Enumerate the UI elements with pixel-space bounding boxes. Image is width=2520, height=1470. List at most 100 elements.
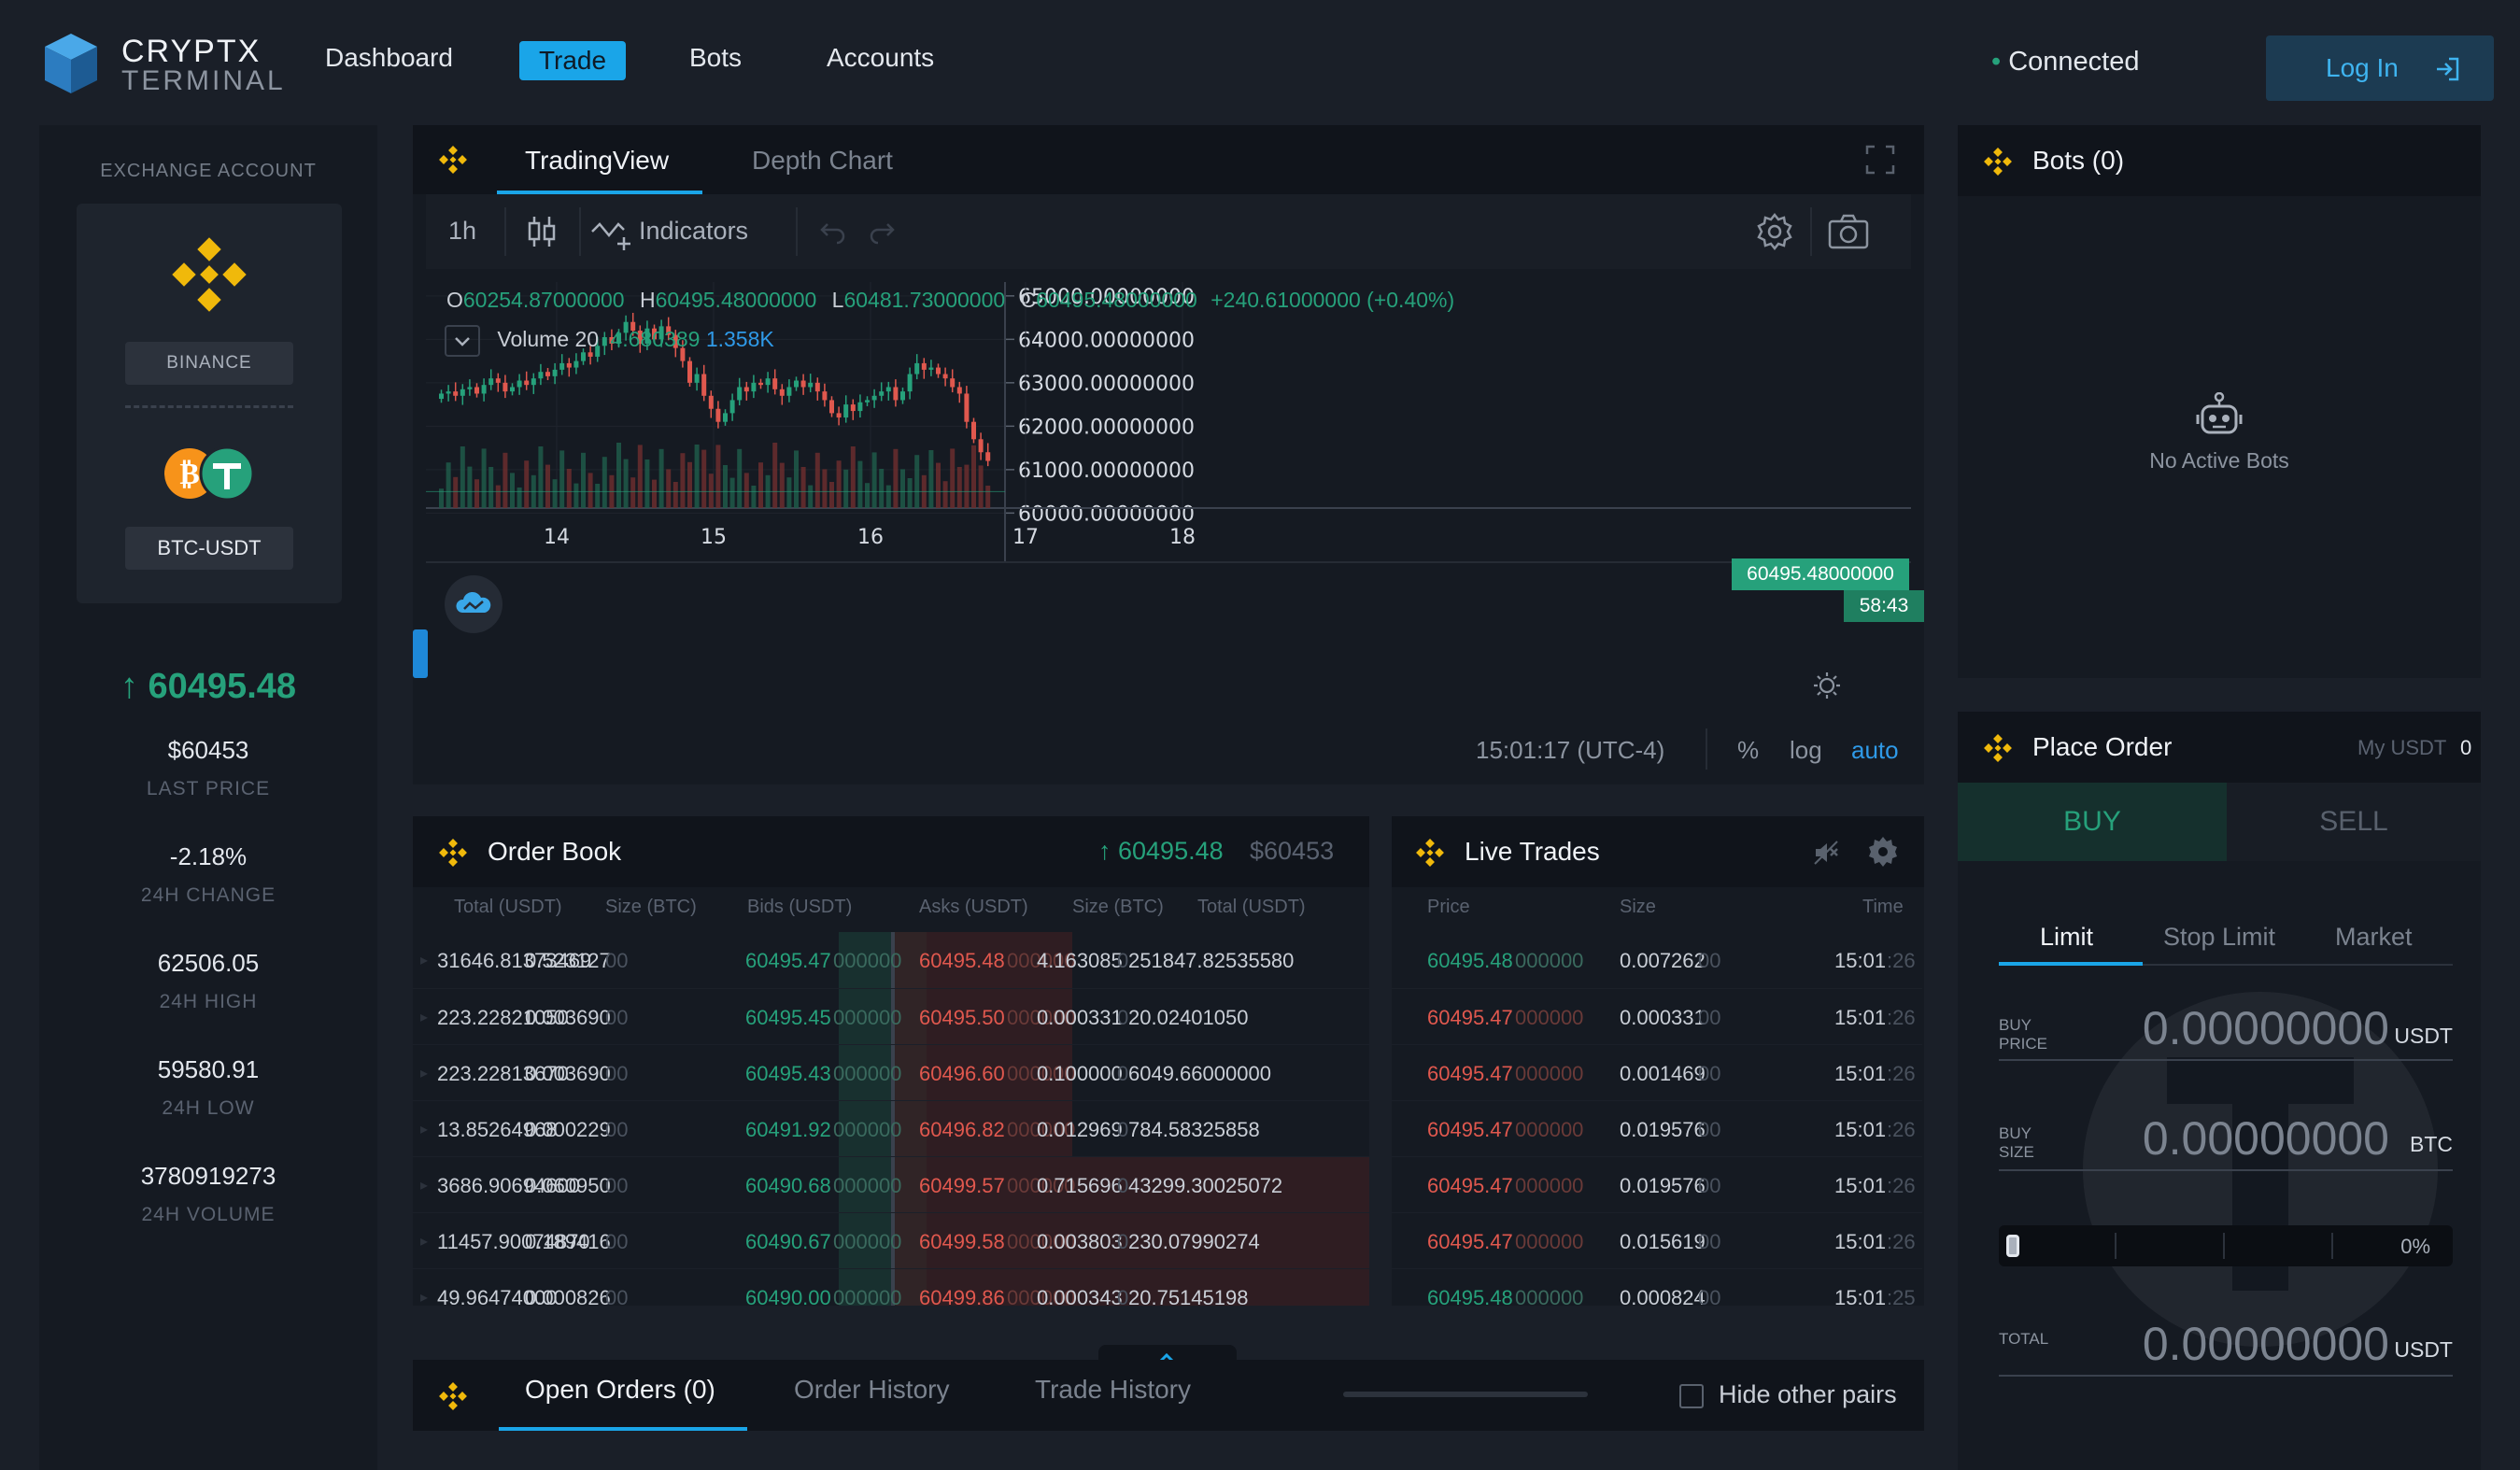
interval-button[interactable]: 1h — [448, 217, 476, 246]
volume-bar — [743, 473, 749, 508]
tab-order-history[interactable]: Order History — [794, 1375, 949, 1405]
settings-gear-icon[interactable] — [1866, 835, 1900, 869]
order-book-panel: Order Book ↑ 60495.48 $60453 Total (USDT… — [413, 816, 1369, 1306]
slider-handle[interactable] — [2006, 1235, 2019, 1257]
table-row[interactable]: ▸ 11457.90074870 0.189416 00 60490.67 000000 6… — [413, 1212, 1369, 1269]
volume-bar — [964, 464, 970, 508]
trade-time-seconds: :26 — [1887, 1230, 1916, 1253]
candle-body — [907, 374, 913, 392]
ask-price: 60495.50 — [919, 1006, 1005, 1029]
list-item[interactable]: 60495.47 000000 0.000331 00 15:01:26 — [1392, 988, 1922, 1044]
ask-size: 0.100000 — [1037, 1062, 1123, 1085]
buy-price-value[interactable]: 0.00000000 — [2143, 1001, 2389, 1055]
candle-body — [694, 374, 700, 383]
balance-label: My USDT — [2357, 736, 2447, 759]
toolbar-sep — [579, 207, 581, 256]
candle-body — [942, 374, 948, 379]
camera-icon[interactable] — [1827, 213, 1870, 250]
buy-price-field[interactable]: BUY PRICE 0.00000000 USDT — [1999, 1002, 2453, 1061]
indicators-icon[interactable] — [590, 213, 633, 250]
table-row[interactable]: ▸ 223.22821050 0.003690 00 60495.45 000000 604… — [413, 988, 1369, 1045]
table-row[interactable]: ▸ 13.85264968 0.000229 00 60491.92 000000 6049… — [413, 1100, 1369, 1157]
bid-price-trail: 000000 — [833, 1118, 902, 1141]
buy-tab[interactable]: BUY — [1958, 783, 2227, 861]
indicators-button[interactable]: Indicators — [639, 217, 748, 246]
trade-time: 15:01 — [1834, 1006, 1887, 1029]
nav-trade[interactable]: Trade — [519, 41, 626, 80]
redo-icon[interactable] — [869, 220, 897, 245]
list-item[interactable]: 60495.47 000000 0.001469 00 15:01:26 — [1392, 1044, 1922, 1100]
stat-24h-high-value: 62506.05 — [157, 949, 260, 977]
ob-col-size-bid: Size (BTC) — [605, 897, 697, 917]
sell-tab[interactable]: SELL — [2227, 783, 2481, 861]
app-logo[interactable]: CRYPTX TERMINAL — [41, 30, 293, 97]
login-button[interactable]: Log In — [2266, 35, 2494, 101]
percent-scale-button[interactable]: % — [1737, 736, 1759, 765]
auto-scale-button[interactable]: auto — [1851, 736, 1899, 765]
table-row[interactable]: ▸ 49.96474000 0.000826 00 60490.00 000000 6049… — [413, 1268, 1369, 1306]
stat-24h-change-value: -2.18% — [169, 842, 248, 870]
tab-trade-history[interactable]: Trade History — [1035, 1375, 1191, 1405]
nav-dashboard[interactable]: Dashboard — [325, 43, 453, 73]
buy-size-value[interactable]: 0.00000000 — [2143, 1111, 2389, 1166]
trade-price-trail: 000000 — [1515, 1230, 1584, 1253]
tab-depth-chart[interactable]: Depth Chart — [752, 146, 893, 176]
table-row[interactable]: ▸ 223.22813670 0.003690 00 60495.43 000000 604… — [413, 1044, 1369, 1101]
scrollbar[interactable] — [1343, 1392, 1588, 1397]
fullscreen-icon[interactable] — [1864, 144, 1896, 176]
bid-size-trail: 00 — [605, 1230, 629, 1253]
exchange-card[interactable]: BINANCE ₿ BTC-USDT — [77, 204, 342, 603]
ohlc-low: 60481.73000000 — [843, 288, 1006, 312]
ask-size: 0.715696 — [1037, 1174, 1123, 1197]
ask-price: 60499.58 — [919, 1230, 1005, 1253]
table-row[interactable]: ▸ 3686.90694600 0.060950 00 60490.68 000000 60… — [413, 1156, 1369, 1213]
buy-size-field[interactable]: BUY SIZE 0.00000000 BTC — [1999, 1112, 2453, 1171]
y-tick-label: 60000.00000000 — [1018, 502, 1195, 526]
ask-size-trail: 0 — [1117, 1174, 1129, 1197]
tab-open-orders[interactable]: Open Orders (0) — [525, 1375, 715, 1405]
mute-icon[interactable] — [1812, 839, 1840, 867]
chart-panel: TradingView Depth Chart 1h Indicators 65… — [413, 125, 1924, 784]
trade-size: 0.007262 — [1620, 949, 1706, 972]
candle-type-icon[interactable] — [523, 213, 560, 250]
list-item[interactable]: 60495.47 000000 0.019576 00 15:01:26 — [1392, 1156, 1922, 1212]
undo-icon[interactable] — [818, 220, 846, 245]
table-row[interactable]: ▸ 31646.81373469 0.523127 00 60495.47 000000 6… — [413, 932, 1369, 988]
row-marker-icon: ▸ — [420, 1290, 429, 1306]
volume-bar — [672, 482, 678, 508]
hide-other-pairs-checkbox[interactable] — [1679, 1384, 1704, 1408]
order-type-limit[interactable]: Limit — [2040, 923, 2093, 952]
list-item[interactable]: 60495.47 000000 0.015619 00 15:01:26 — [1392, 1212, 1922, 1268]
candle-body — [758, 382, 763, 386]
order-type-stop-limit[interactable]: Stop Limit — [2163, 923, 2275, 952]
list-item[interactable]: 60495.47 000000 0.019576 00 15:01:26 — [1392, 1100, 1922, 1156]
total-value[interactable]: 0.00000000 — [2143, 1317, 2389, 1371]
total-field[interactable]: TOTAL 0.00000000 USDT — [1999, 1318, 2453, 1377]
nav-bots[interactable]: Bots — [689, 43, 742, 73]
trade-price-trail: 000000 — [1515, 1006, 1584, 1029]
log-scale-button[interactable]: log — [1790, 736, 1822, 765]
row-marker-icon: ▸ — [420, 1178, 429, 1194]
candle-body — [893, 387, 899, 401]
chart-settings-icon[interactable] — [1754, 211, 1795, 252]
candle-body — [439, 393, 444, 400]
time-axis-settings-icon[interactable] — [1812, 671, 1842, 700]
list-item[interactable]: 60495.48 000000 0.000824 00 15:01:25 — [1392, 1268, 1922, 1306]
volume-value: 4.680389 — [610, 327, 701, 352]
candle-body — [850, 404, 856, 412]
tradingview-logo[interactable] — [445, 575, 503, 633]
size-slider[interactable]: 0% — [1999, 1225, 2453, 1266]
live-trades-title: Live Trades — [1465, 837, 1600, 866]
order-type-market[interactable]: Market — [2335, 923, 2413, 952]
chart-scroll-handle[interactable] — [413, 629, 428, 678]
hide-other-pairs-label[interactable]: Hide other pairs — [1719, 1380, 1897, 1409]
bid-size-trail: 00 — [605, 1062, 629, 1085]
trade-time: 15:01 — [1834, 1062, 1887, 1085]
list-item[interactable]: 60495.48 000000 0.007262 00 15:01:26 — [1392, 932, 1922, 988]
binance-icon — [439, 839, 467, 867]
tab-tradingview[interactable]: TradingView — [525, 146, 669, 176]
bid-price-trail: 000000 — [833, 1286, 902, 1306]
volume-collapse-button[interactable] — [445, 325, 480, 357]
slider-percent: 0% — [2400, 1235, 2430, 1258]
nav-accounts[interactable]: Accounts — [827, 43, 934, 73]
